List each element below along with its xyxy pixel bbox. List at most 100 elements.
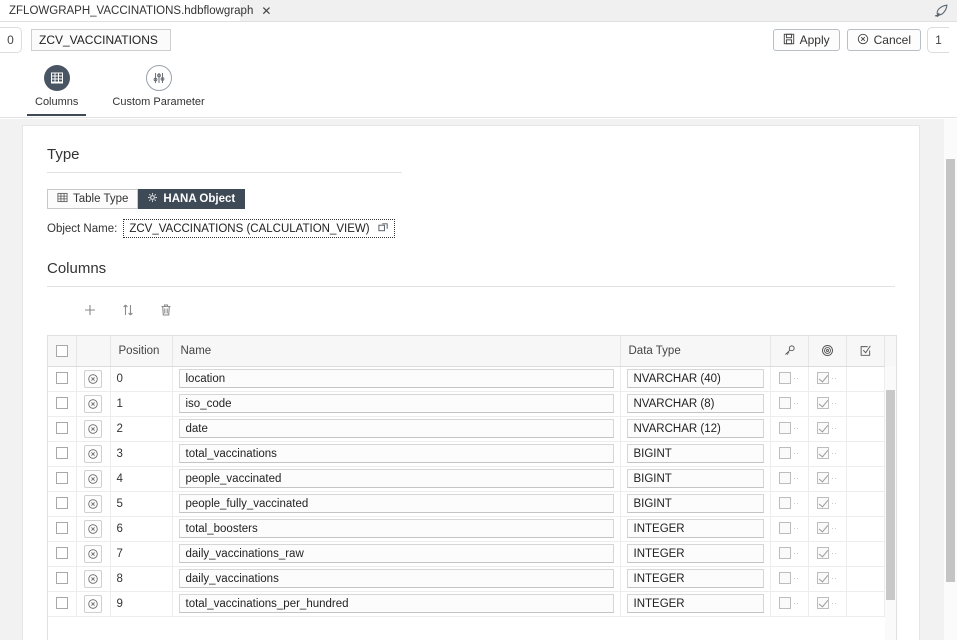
data-type-input[interactable]: INTEGER bbox=[626, 519, 764, 538]
table-row[interactable]: 6 total_boosters INTEGER ·· ·· bbox=[48, 516, 896, 542]
data-type-input[interactable]: BIGINT bbox=[626, 444, 764, 463]
name-cell[interactable]: total_vaccinations_per_hundred bbox=[172, 591, 621, 617]
name-input[interactable]: location bbox=[178, 369, 614, 388]
row-remove-cell[interactable] bbox=[76, 391, 111, 417]
select-all-header[interactable] bbox=[48, 336, 77, 367]
page-scrollbar-thumb[interactable] bbox=[946, 159, 955, 582]
row-remove-cell[interactable] bbox=[76, 491, 111, 517]
row-select-checkbox[interactable] bbox=[55, 372, 68, 385]
target-checkbox[interactable] bbox=[817, 447, 829, 460]
row-remove-cell[interactable] bbox=[76, 366, 111, 392]
target-checkbox[interactable] bbox=[817, 422, 829, 435]
data-type-input[interactable]: BIGINT bbox=[626, 494, 764, 513]
target-cell[interactable]: ·· bbox=[808, 441, 847, 467]
remove-row-button[interactable] bbox=[84, 469, 102, 488]
data-type-cell[interactable]: BIGINT bbox=[620, 466, 771, 492]
name-cell[interactable]: total_vaccinations bbox=[172, 441, 621, 467]
table-scrollbar[interactable] bbox=[885, 366, 896, 640]
row-remove-cell[interactable] bbox=[76, 541, 111, 567]
key-cell[interactable]: ·· bbox=[770, 466, 809, 492]
key-checkbox[interactable] bbox=[779, 397, 791, 410]
row-select-checkbox[interactable] bbox=[55, 547, 68, 560]
remove-row-button[interactable] bbox=[84, 419, 102, 438]
add-column-button[interactable] bbox=[81, 301, 98, 318]
target-cell[interactable]: ·· bbox=[808, 491, 847, 517]
apply-button[interactable]: Apply bbox=[772, 29, 840, 51]
remove-row-button[interactable] bbox=[84, 569, 102, 588]
cancel-button[interactable]: Cancel bbox=[846, 29, 921, 51]
table-row[interactable]: 7 daily_vaccinations_raw INTEGER ·· ·· bbox=[48, 541, 896, 567]
row-select-cell[interactable] bbox=[48, 591, 77, 617]
table-row[interactable]: 8 daily_vaccinations INTEGER ·· ·· bbox=[48, 566, 896, 592]
tab-custom-parameter[interactable]: Custom Parameter bbox=[112, 58, 205, 108]
name-cell[interactable]: date bbox=[172, 416, 621, 442]
target-cell[interactable]: ·· bbox=[808, 516, 847, 542]
data-type-cell[interactable]: NVARCHAR (8) bbox=[620, 391, 771, 417]
target-checkbox[interactable] bbox=[817, 572, 829, 585]
open-external-icon[interactable] bbox=[378, 222, 389, 236]
name-cell[interactable]: total_boosters bbox=[172, 516, 621, 542]
remove-row-button[interactable] bbox=[84, 494, 102, 513]
target-cell[interactable]: ·· bbox=[808, 366, 847, 392]
key-checkbox[interactable] bbox=[779, 497, 791, 510]
row-select-cell[interactable] bbox=[48, 441, 77, 467]
row-remove-cell[interactable] bbox=[76, 516, 111, 542]
row-select-checkbox[interactable] bbox=[55, 572, 68, 585]
object-name-input[interactable]: ZCV_VACCINATIONS (CALCULATION_VIEW) bbox=[123, 219, 396, 238]
name-input[interactable]: iso_code bbox=[178, 394, 614, 413]
row-select-checkbox[interactable] bbox=[55, 422, 68, 435]
table-scrollbar-thumb[interactable] bbox=[886, 390, 895, 600]
data-type-cell[interactable]: INTEGER bbox=[620, 591, 771, 617]
name-cell[interactable]: daily_vaccinations bbox=[172, 566, 621, 592]
name-cell[interactable]: daily_vaccinations_raw bbox=[172, 541, 621, 567]
remove-row-button[interactable] bbox=[84, 544, 102, 563]
key-checkbox[interactable] bbox=[779, 522, 791, 535]
data-type-input[interactable]: BIGINT bbox=[626, 469, 764, 488]
key-checkbox[interactable] bbox=[779, 372, 791, 385]
target-checkbox[interactable] bbox=[817, 522, 829, 535]
row-select-checkbox[interactable] bbox=[55, 522, 68, 535]
sort-columns-button[interactable] bbox=[119, 301, 136, 318]
data-type-input[interactable]: INTEGER bbox=[626, 594, 764, 613]
name-cell[interactable]: people_fully_vaccinated bbox=[172, 491, 621, 517]
segment-hana-object[interactable]: HANA Object bbox=[138, 189, 246, 209]
row-select-checkbox[interactable] bbox=[55, 397, 68, 410]
close-icon[interactable]: ✕ bbox=[261, 5, 271, 17]
data-type-cell[interactable]: NVARCHAR (40) bbox=[620, 366, 771, 392]
target-cell[interactable]: ·· bbox=[808, 566, 847, 592]
target-cell[interactable]: ·· bbox=[808, 541, 847, 567]
name-input[interactable]: total_boosters bbox=[178, 519, 614, 538]
table-row[interactable]: 2 date NVARCHAR (12) ·· ·· bbox=[48, 416, 896, 442]
data-type-cell[interactable]: BIGINT bbox=[620, 491, 771, 517]
table-row[interactable]: 5 people_fully_vaccinated BIGINT ·· ·· bbox=[48, 491, 896, 517]
key-cell[interactable]: ·· bbox=[770, 566, 809, 592]
row-select-checkbox[interactable] bbox=[55, 472, 68, 485]
page-scrollbar[interactable] bbox=[944, 119, 957, 640]
row-select-cell[interactable] bbox=[48, 541, 77, 567]
key-cell[interactable]: ·· bbox=[770, 491, 809, 517]
row-select-checkbox[interactable] bbox=[55, 447, 68, 460]
data-type-input[interactable]: INTEGER bbox=[626, 569, 764, 588]
key-checkbox[interactable] bbox=[779, 547, 791, 560]
name-input[interactable]: total_vaccinations_per_hundred bbox=[178, 594, 614, 613]
row-select-cell[interactable] bbox=[48, 491, 77, 517]
target-cell[interactable]: ·· bbox=[808, 591, 847, 617]
key-checkbox[interactable] bbox=[779, 597, 791, 610]
name-cell[interactable]: people_vaccinated bbox=[172, 466, 621, 492]
key-cell[interactable]: ·· bbox=[770, 591, 809, 617]
table-row[interactable]: 1 iso_code NVARCHAR (8) ·· ·· bbox=[48, 391, 896, 417]
target-checkbox[interactable] bbox=[817, 497, 829, 510]
row-select-cell[interactable] bbox=[48, 466, 77, 492]
remove-row-button[interactable] bbox=[84, 519, 102, 538]
row-select-checkbox[interactable] bbox=[55, 497, 68, 510]
remove-row-button[interactable] bbox=[84, 594, 102, 613]
target-checkbox[interactable] bbox=[817, 397, 829, 410]
row-remove-cell[interactable] bbox=[76, 416, 111, 442]
row-select-cell[interactable] bbox=[48, 391, 77, 417]
row-select-cell[interactable] bbox=[48, 566, 77, 592]
row-select-cell[interactable] bbox=[48, 416, 77, 442]
name-input[interactable]: daily_vaccinations_raw bbox=[178, 544, 614, 563]
data-type-cell[interactable]: INTEGER bbox=[620, 541, 771, 567]
remove-row-button[interactable] bbox=[84, 444, 102, 463]
table-row[interactable]: 9 total_vaccinations_per_hundred INTEGER ··… bbox=[48, 591, 896, 617]
